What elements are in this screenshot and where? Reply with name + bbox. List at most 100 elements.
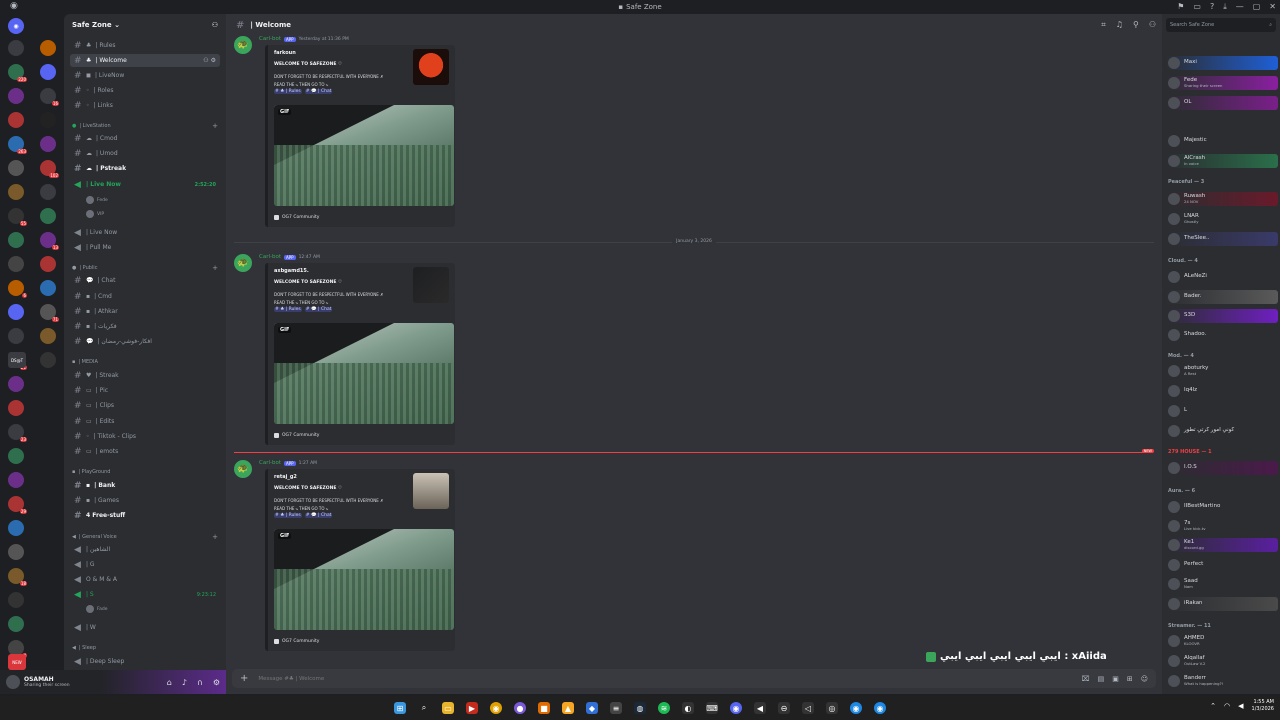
channel-clips[interactable]: # ▭ | Clips <box>70 399 220 412</box>
spotify-icon[interactable]: ≋ <box>658 702 670 714</box>
member-item[interactable]: IIBestMartino <box>1166 500 1278 514</box>
server-icon[interactable]: 263 <box>8 136 27 154</box>
channel-mention[interactable]: # ♣ | Rules <box>274 89 302 94</box>
gear-icon[interactable]: ⚙ <box>211 57 216 64</box>
member-list-icon[interactable]: ⚇ <box>1149 20 1156 30</box>
server-icon[interactable] <box>40 256 56 272</box>
plus-icon[interactable]: + <box>212 533 218 541</box>
gif-icon[interactable]: ▤ <box>1098 675 1105 683</box>
plus-icon[interactable]: + <box>240 673 248 684</box>
member-item[interactable]: Alqallaf OutLaw V.2 <box>1166 654 1278 668</box>
app-icon[interactable]: ◀ <box>754 702 766 714</box>
voice-channel-w[interactable]: ◀ | W <box>70 621 220 634</box>
channel-bank[interactable]: # ▪ | Bank <box>70 479 220 492</box>
server-icon[interactable] <box>40 112 56 128</box>
app-icon[interactable]: ◎ <box>826 702 838 714</box>
member-item[interactable]: 7s Live kick.tv <box>1166 519 1278 533</box>
app-icon[interactable]: ◐ <box>682 702 694 714</box>
server-icon[interactable]: 29 <box>8 496 27 514</box>
server-label[interactable]: NEW <box>8 654 26 670</box>
member-item[interactable]: OL <box>1166 96 1278 110</box>
steam-icon[interactable]: ◍ <box>634 702 646 714</box>
apps-icon[interactable]: ⊞ <box>1127 675 1133 683</box>
channel-thoughts[interactable]: # ▪ | فكريات <box>70 320 220 333</box>
message-author[interactable]: Carl-bot <box>259 36 281 42</box>
server-icon[interactable]: 71 <box>40 304 59 322</box>
voice-channel-live-now[interactable]: ◀ | Live Now 2:52:20 <box>70 178 220 191</box>
member-item[interactable]: S3D <box>1166 309 1278 323</box>
channel-mention[interactable]: # ♣ | Rules <box>274 513 302 518</box>
member-item[interactable]: AlCrash In voice <box>1166 154 1278 168</box>
server-icon[interactable]: 102 <box>40 160 59 178</box>
category-livestation[interactable]: ● | LiveStation + <box>72 122 218 130</box>
message-input[interactable] <box>258 675 1072 682</box>
server-icon[interactable] <box>40 280 56 296</box>
category-public[interactable]: ● | Public + <box>72 264 218 272</box>
member-item[interactable]: AHMED KLOOVR <box>1166 634 1278 648</box>
category-sleep[interactable]: ◀ | Sleep <box>72 645 218 651</box>
member-item[interactable]: LNAR Ghostly <box>1166 212 1278 226</box>
voice-user[interactable]: VIP <box>86 210 104 218</box>
server-icon[interactable] <box>40 136 56 152</box>
channel-cmd[interactable]: # ▪ | Cmd <box>70 290 220 303</box>
server-icon[interactable] <box>40 184 56 200</box>
server-icon[interactable]: 220 <box>8 64 27 82</box>
search-box[interactable]: Search Safe Zone ⌕ <box>1166 18 1276 32</box>
member-item[interactable]: ALeNeZi <box>1166 270 1278 284</box>
wifi-icon[interactable]: ◠ <box>1224 702 1230 710</box>
discord-icon[interactable]: ◉ <box>730 702 742 714</box>
server-icon[interactable] <box>8 232 24 248</box>
channel-ramadan[interactable]: # 💬 | افكار-فوشي-رمضان <box>70 335 220 348</box>
server-icon[interactable]: 18 <box>8 568 27 586</box>
server-icon[interactable] <box>8 184 24 200</box>
avatar[interactable] <box>6 675 20 689</box>
member-item[interactable]: Perfect <box>1166 558 1278 572</box>
embed-gif[interactable]: GIF <box>274 105 454 206</box>
member-item[interactable]: Banderr What is happening?! <box>1166 674 1278 688</box>
chevron-up-icon[interactable]: ⌃ <box>1210 702 1216 710</box>
server-icon[interactable]: 55 <box>8 208 27 226</box>
chrome-icon[interactable]: ◉ <box>490 702 502 714</box>
download-icon[interactable]: ⤓ <box>1223 2 1227 12</box>
gear-icon[interactable]: ⚙ <box>213 678 220 687</box>
server-icon[interactable] <box>40 352 56 368</box>
server-icon[interactable] <box>8 160 24 176</box>
channel-chat[interactable]: # 💬 | Chat <box>70 274 220 287</box>
member-item[interactable]: I.O.S <box>1166 461 1278 475</box>
avatar[interactable]: 🐢 <box>234 460 252 478</box>
member-item[interactable]: Iq4lz <box>1166 384 1278 398</box>
voice-channel-1[interactable]: ◀ | الشاهين <box>70 543 220 556</box>
member-item[interactable]: Saad Nam <box>1166 577 1278 591</box>
channel-edits[interactable]: # ▭ | Edits <box>70 415 220 428</box>
app-icon[interactable]: ◆ <box>586 702 598 714</box>
server-icon[interactable]: 23 <box>8 424 27 442</box>
speaker-icon[interactable]: ◀ <box>1238 702 1243 710</box>
member-item[interactable]: Fede Sharing their screen <box>1166 76 1278 90</box>
voice-user[interactable]: Fade <box>86 605 108 613</box>
server-icon[interactable] <box>8 40 24 56</box>
guild-header[interactable]: Safe Zone ⌄ ⚇ <box>64 14 226 36</box>
channel-pstreak[interactable]: # ☁ | Pstreak <box>70 162 220 175</box>
member-item[interactable]: Ke1 discord.gg <box>1166 538 1278 552</box>
file-explorer-icon[interactable]: ▭ <box>442 702 454 714</box>
channel-tiktok-clips[interactable]: # ◦ | Tiktok - Clips <box>70 430 220 443</box>
channel-umod[interactable]: # ☁ | Umod <box>70 147 220 160</box>
server-icon[interactable] <box>8 376 24 392</box>
emoji-icon[interactable]: ☺ <box>1141 675 1148 683</box>
microphone-icon[interactable]: ♪ <box>182 678 187 687</box>
app-icon[interactable]: ◉ <box>874 702 886 714</box>
server-icon[interactable] <box>8 328 24 344</box>
server-icon[interactable] <box>40 328 56 344</box>
sticker-icon[interactable]: ▣ <box>1112 675 1119 683</box>
clock[interactable]: 1:55 AM 1/3/2026 <box>1252 699 1274 712</box>
category-media[interactable]: ▪ | MEDIA <box>72 359 218 365</box>
server-icon[interactable] <box>8 544 24 560</box>
member-item[interactable]: TheSlee.. <box>1166 232 1278 246</box>
voice-channel-oma[interactable]: ◀ O & M & A <box>70 573 220 586</box>
server-icon[interactable]: 16 <box>40 88 59 106</box>
server-icon[interactable] <box>40 40 56 56</box>
help-icon[interactable]: ? <box>1210 2 1214 12</box>
maximize-icon[interactable]: ▢ <box>1253 2 1261 12</box>
channel-roles[interactable]: # ◦ | Roles <box>70 84 220 97</box>
server-icon[interactable] <box>8 112 24 128</box>
